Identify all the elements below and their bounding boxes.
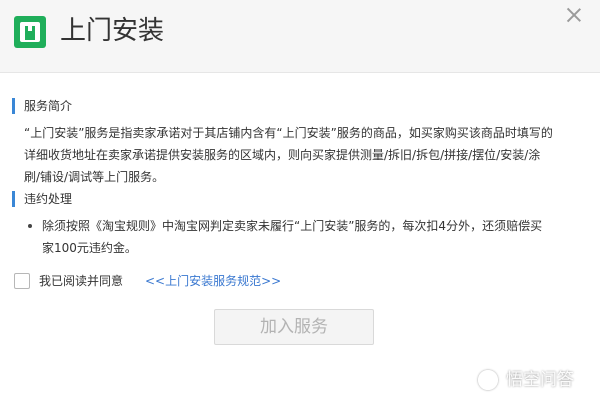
violation-line: 除须按照《淘宝规则》中淘宝网判定卖家未履行“上门安装”服务的，每次扣4分外，还须… — [42, 219, 543, 233]
install-tool-icon — [14, 16, 46, 48]
watermark: 悟空问答 — [478, 368, 596, 392]
dialog-header: 上门安装 — [0, 0, 600, 73]
watermark-text: 悟空问答 — [506, 370, 574, 390]
service-intro-text: “上门安装”服务是指卖家承诺对于其店铺内含有“上门安装”服务的商品，如买家购买该… — [24, 122, 586, 188]
agreement-row: 我已阅读并同意 <<上门安装服务规范>> — [14, 271, 414, 291]
install-service-dialog: 上门安装 服务简介 “上门安装”服务是指卖家承诺对于其店铺内含有“上门安装”服务… — [0, 0, 600, 400]
bullet-dot-icon — [28, 224, 32, 228]
agree-checkbox[interactable] — [14, 273, 30, 289]
agree-label: 我已阅读并同意 — [39, 274, 124, 288]
service-spec-link[interactable]: <<上门安装服务规范>> — [145, 273, 281, 289]
service-intro-heading: 服务简介 — [12, 98, 72, 114]
violation-heading: 违约处理 — [12, 191, 72, 207]
service-intro-line: 刷/铺设/调试等上门服务。 — [24, 170, 165, 184]
service-intro-line: “上门安装”服务是指卖家承诺对于其店铺内含有“上门安装”服务的商品，如买家购买该… — [24, 126, 553, 140]
violation-line: 家100元违约金。 — [42, 241, 137, 255]
close-icon[interactable] — [565, 6, 583, 24]
wukong-logo-icon — [478, 370, 498, 390]
dialog-title: 上门安装 — [60, 16, 165, 46]
join-service-button[interactable]: 加入服务 — [214, 309, 374, 345]
service-intro-line: 详细收货地址在卖家承诺提供安装服务的区域内，则向买家提供测量/拆旧/拆包/拼接/… — [24, 148, 541, 162]
violation-text: 除须按照《淘宝规则》中淘宝网判定卖家未履行“上门安装”服务的，每次扣4分外，还须… — [42, 215, 600, 259]
